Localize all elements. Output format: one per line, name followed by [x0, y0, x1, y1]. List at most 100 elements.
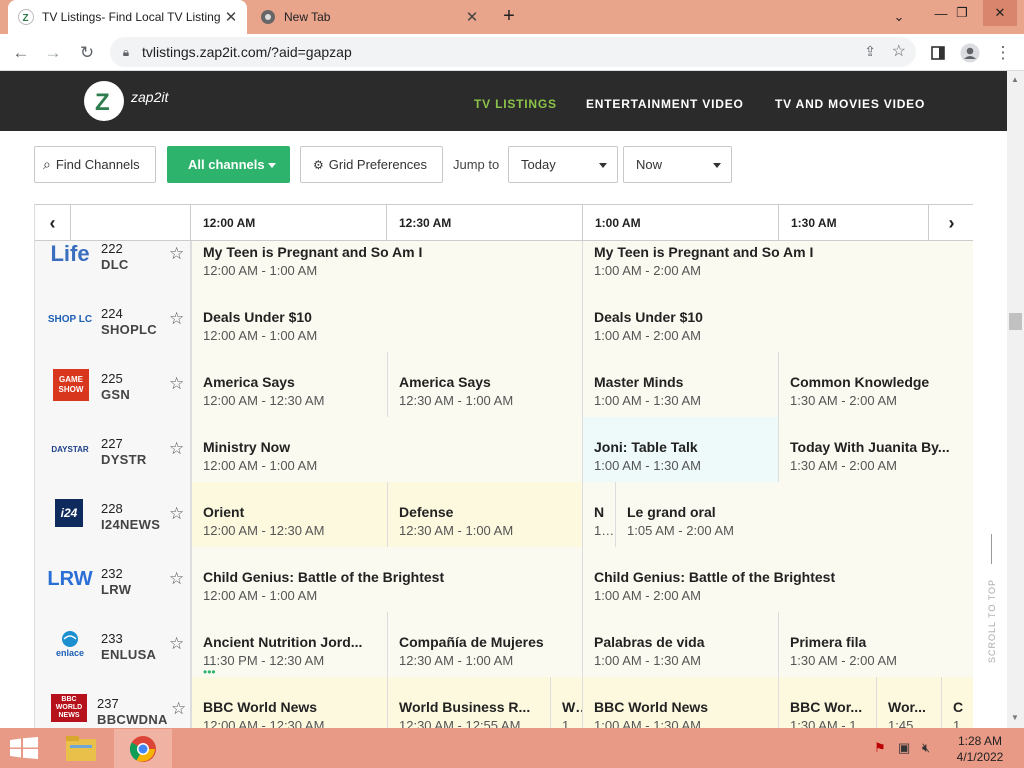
next-time-chevron-icon[interactable]: ›	[928, 205, 973, 241]
favorite-star-icon[interactable]: ☆	[169, 374, 184, 394]
favorite-star-icon[interactable]: ☆	[169, 309, 184, 329]
favorite-star-icon[interactable]: ☆	[169, 504, 184, 524]
all-channels-dropdown[interactable]: All channels	[167, 146, 290, 183]
profile-avatar-icon[interactable]	[957, 40, 983, 66]
tab-search-chevron-icon[interactable]: ⌄	[882, 4, 916, 30]
scroll-down-arrow-icon[interactable]: ▼	[1011, 713, 1019, 722]
time-select[interactable]: Now	[623, 146, 732, 183]
program-time: 1:00 AM - 1:30 AM	[594, 653, 701, 668]
program-cell[interactable]: Deals Under $10 12:00 AM - 1:00 AM	[191, 287, 582, 352]
taskbar-clock[interactable]: 1:28 AM 4/1/2022	[948, 733, 1012, 765]
scroll-to-top-button[interactable]: SCROLL TO TOP	[984, 530, 1000, 665]
close-tab-icon[interactable]: ✕	[462, 8, 482, 26]
program-cell[interactable]: BBC World News 1:00 AM - 1:30 AM	[582, 677, 778, 728]
program-cell[interactable]: BBC World News 12:00 AM - 12:30 AM	[191, 677, 387, 728]
volume-muted-icon[interactable]: 🔇︎	[922, 740, 930, 756]
day-select[interactable]: Today	[508, 146, 618, 183]
program-cell[interactable]: America Says 12:00 AM - 12:30 AM	[191, 352, 387, 417]
program-title: Primera fila	[790, 634, 867, 650]
scroll-up-arrow-icon[interactable]: ▲	[1011, 75, 1019, 84]
scrollbar-thumb[interactable]	[1009, 313, 1022, 330]
program-cell[interactable]: America Says 12:30 AM - 1:00 AM	[387, 352, 582, 417]
window-close-icon[interactable]: ✕	[983, 0, 1017, 26]
channel-cell[interactable]: GAME SHOW 225 GSN ☆	[35, 352, 191, 417]
program-cell[interactable]: Joni: Table Talk 1:00 AM - 1:30 AM	[582, 417, 778, 482]
tab-new-tab[interactable]: New Tab ✕	[250, 0, 488, 34]
clock-time: 1:28 AM	[957, 734, 1003, 748]
program-cell[interactable]: Compañía de Mujeres 12:30 AM - 1:00 AM	[387, 612, 582, 677]
new-tab-plus-icon[interactable]: +	[498, 5, 520, 27]
program-cell[interactable]: Palabras de vida 1:00 AM - 1:30 AM	[582, 612, 778, 677]
channel-cell[interactable]: BBC WORLD NEWS 237 BBCWDNA ☆	[35, 677, 191, 728]
program-cell[interactable]: BBC Wor... 1:30 AM - 1:...	[778, 677, 876, 728]
bookmark-star-icon[interactable]: ☆	[892, 41, 906, 61]
zap2it-logo-icon[interactable]: Z	[84, 81, 124, 121]
program-cell[interactable]: W 1...	[550, 677, 582, 728]
program-cell[interactable]: Defense 12:30 AM - 1:00 AM	[387, 482, 582, 547]
chevron-down-icon	[268, 163, 276, 168]
program-cell[interactable]: Wor... 1:45 ...	[876, 677, 941, 728]
favorite-star-icon[interactable]: ☆	[171, 699, 186, 719]
program-cell[interactable]: Child Genius: Battle of the Brightest 1:0…	[582, 547, 973, 612]
program-cell[interactable]: Primera fila 1:30 AM - 2:00 AM	[778, 612, 973, 677]
network-icon[interactable]: ▣	[898, 740, 910, 756]
program-time: 12:00 AM - 1:00 AM	[203, 263, 318, 278]
nav-tv-listings[interactable]: TV LISTINGS	[474, 97, 557, 111]
program-cell[interactable]: Today With Juanita By... 1:30 AM - 2:00 A…	[778, 417, 973, 482]
program-cell[interactable]: Child Genius: Battle of the Brightest 12:…	[191, 547, 582, 612]
file-explorer-icon[interactable]	[64, 733, 98, 763]
program-time: 1:00 AM - 2:00 AM	[594, 588, 701, 603]
page-scrollbar[interactable]: ▲ ▼	[1007, 71, 1024, 728]
windows-start-icon[interactable]	[10, 737, 38, 764]
tab-tv-listings[interactable]: Z TV Listings- Find Local TV Listings ✕	[8, 0, 247, 34]
program-time: 1:30 AM - 1:...	[790, 718, 871, 728]
reload-icon[interactable]: ↻	[74, 40, 100, 66]
favorite-star-icon[interactable]: ☆	[169, 244, 184, 264]
channel-cell[interactable]: LRW 232 LRW ☆	[35, 547, 191, 612]
back-arrow-icon[interactable]: ←	[8, 40, 34, 66]
program-cell[interactable]: Le grand oral 1:05 AM - 2:00 AM	[615, 482, 973, 547]
favorite-star-icon[interactable]: ☆	[169, 439, 184, 459]
time-select-value: Now	[636, 157, 663, 172]
program-time: 1...	[953, 718, 972, 728]
program-cell[interactable]: C 1...	[941, 677, 973, 728]
program-cell[interactable]: Deals Under $10 1:00 AM - 2:00 AM	[582, 287, 973, 352]
side-panel-icon[interactable]	[925, 40, 951, 66]
find-channels-button[interactable]: ⌕ Find Channels	[34, 146, 156, 183]
action-center-flag-icon[interactable]: ⚑	[874, 740, 886, 756]
channel-cell[interactable]: DAYSTAR 227 DYSTR ☆	[35, 417, 191, 482]
nav-entertainment-video[interactable]: ENTERTAINMENT VIDEO	[586, 97, 744, 111]
channel-call-sign: GSN	[101, 387, 131, 402]
menu-kebab-icon[interactable]: ⋮	[990, 40, 1016, 66]
program-cell[interactable]: Ministry Now 12:00 AM - 1:00 AM	[191, 417, 582, 482]
program-time: 12:00 AM - 12:30 AM	[203, 523, 325, 538]
channel-cell[interactable]: enlace 233 ENLUSA ☆	[35, 612, 191, 677]
chrome-taskbar-button[interactable]	[114, 729, 172, 768]
nav-tv-and-movies-video[interactable]: TV AND MOVIES VIDEO	[775, 97, 925, 111]
more-dots-icon: •••	[203, 665, 216, 677]
shoplc-channel-logo-icon: SHOP LC	[47, 313, 93, 325]
address-bar[interactable]: 🔒︎ tvlistings.zap2it.com/?aid=gapzap ⇪ ☆	[110, 37, 916, 67]
program-cell[interactable]: Master Minds 1:00 AM - 1:30 AM	[582, 352, 778, 417]
close-tab-icon[interactable]: ✕	[221, 8, 241, 26]
channel-cell[interactable]: SHOP LC 224 SHOPLC ☆	[35, 287, 191, 352]
program-time: 12:30 AM - 1:00 AM	[399, 393, 514, 408]
share-icon[interactable]: ⇪	[864, 43, 876, 60]
program-cell[interactable]: Common Knowledge 1:30 AM - 2:00 AM	[778, 352, 973, 417]
program-title: Deals Under $10	[203, 309, 312, 325]
program-cell[interactable]: Ancient Nutrition Jord... 11:30 PM - 12:3…	[191, 612, 387, 677]
channel-row: enlace 233 ENLUSA ☆ Ancient Nutrition Jo…	[35, 612, 973, 677]
restore-icon[interactable]: ❐	[945, 0, 979, 26]
favorite-star-icon[interactable]: ☆	[169, 569, 184, 589]
program-cell[interactable]: World Business R... 12:30 AM - 12:55 AM	[387, 677, 550, 728]
channel-number: 225	[101, 371, 123, 386]
grid-preferences-button[interactable]: ⚙ Grid Preferences	[300, 146, 443, 183]
previous-time-chevron-icon[interactable]: ‹	[35, 205, 71, 241]
program-time: 12:30 AM - 1:00 AM	[399, 523, 514, 538]
program-cell[interactable]: N 1...	[582, 482, 615, 547]
program-cell[interactable]: Orient 12:00 AM - 12:30 AM	[191, 482, 387, 547]
favorite-star-icon[interactable]: ☆	[169, 634, 184, 654]
forward-arrow-icon[interactable]: →	[40, 40, 66, 66]
program-time: 1...	[594, 523, 613, 538]
channel-cell[interactable]: i24 228 I24NEWS ☆	[35, 482, 191, 547]
